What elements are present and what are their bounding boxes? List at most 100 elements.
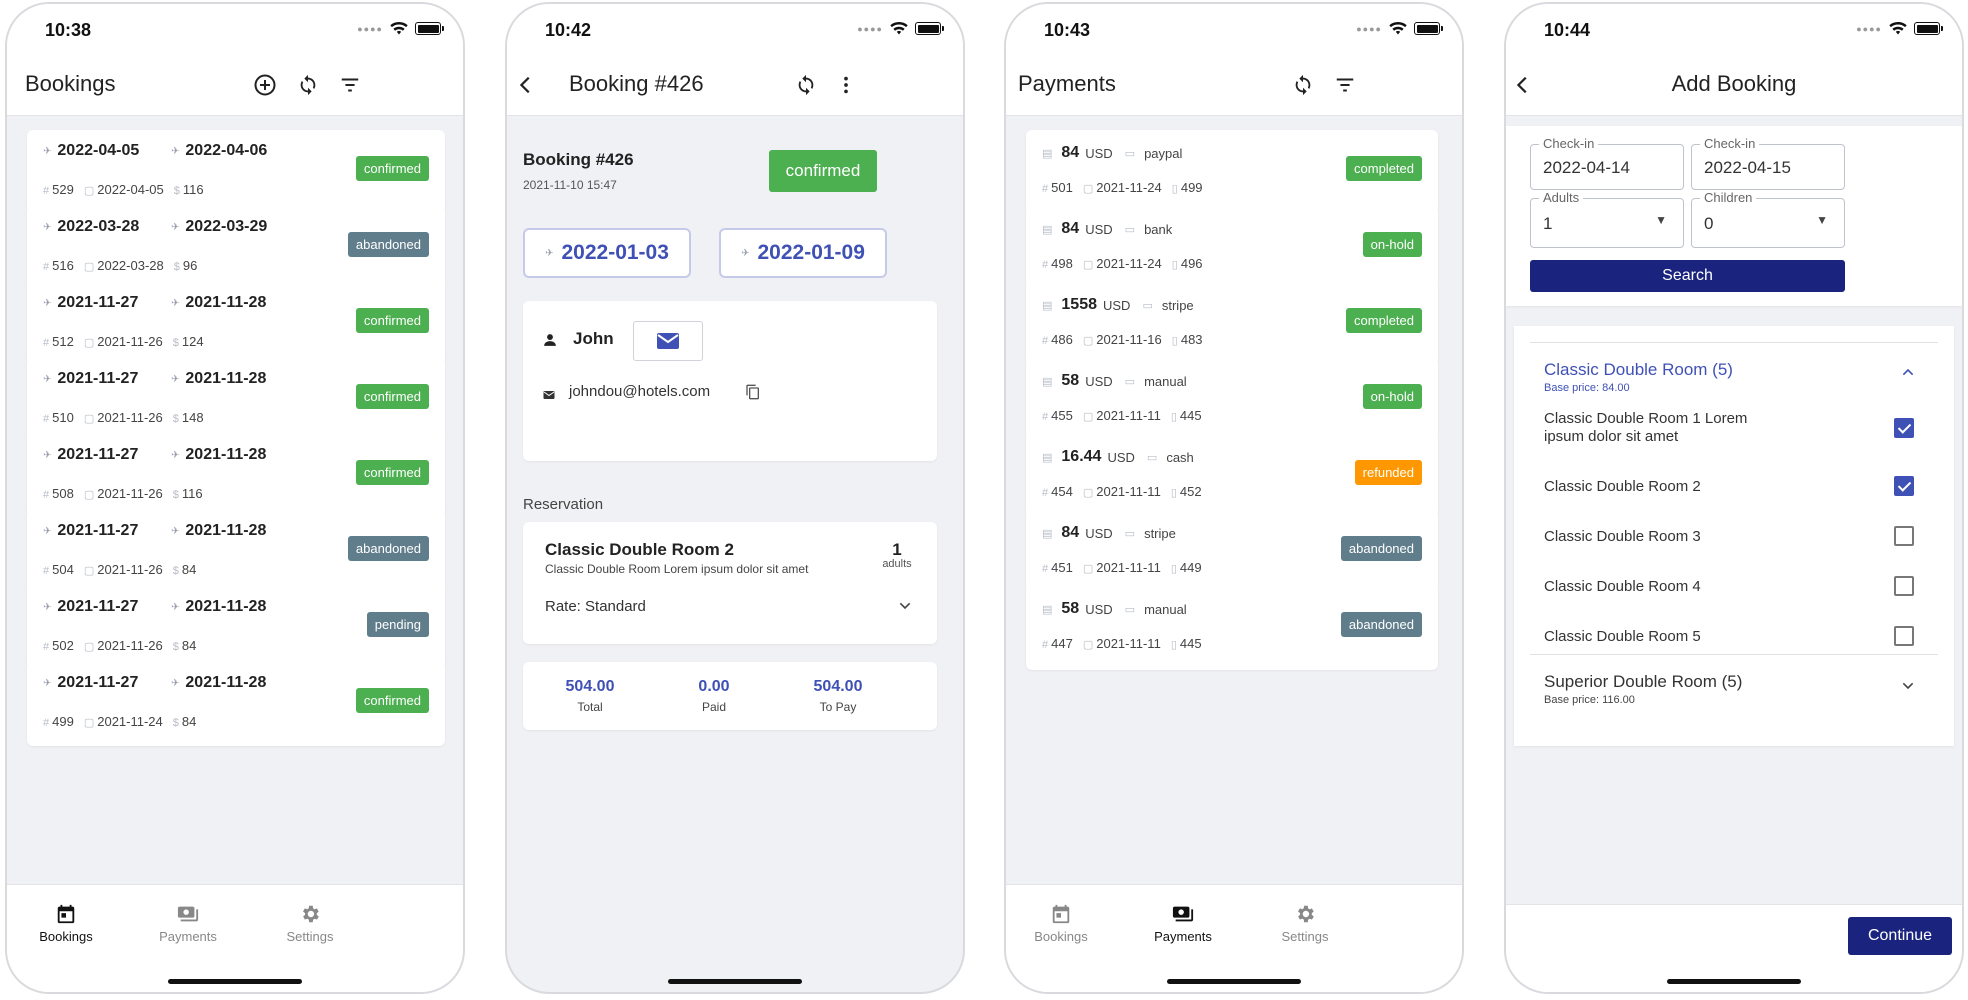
room-checkbox[interactable] <box>1894 418 1914 438</box>
payment-card[interactable]: ▤ 84 USD ▭ bank #498 ▢ 2021-11-24 ▯ 496 on-hold <box>1026 206 1438 290</box>
expand-more-icon[interactable] <box>1900 678 1916 699</box>
room-option[interactable]: Classic Double Room 1 Lorem ipsum dolor … <box>1530 410 1938 454</box>
payment-meta: #498 ▢ 2021-11-24 ▯ 496 <box>1042 256 1203 271</box>
children-select[interactable]: Children 0 ▼ <box>1691 190 1845 248</box>
status-bar: 10:44 ●●●● <box>1506 4 1962 54</box>
paid-block: 0.00 Paid <box>669 678 759 714</box>
checkin-date: 2022-04-05 <box>57 142 140 159</box>
room-checkbox[interactable] <box>1894 476 1914 496</box>
checkin-date: 2021-11-27 <box>57 294 139 311</box>
system-icons: ●●●● <box>1356 22 1443 35</box>
payment-booking-id: 496 <box>1180 256 1203 271</box>
nav-settings[interactable]: Settings <box>255 903 365 944</box>
checkout-date: 2022-01-09 <box>757 241 865 264</box>
payment-amount: 1558 <box>1061 296 1097 313</box>
booking-card[interactable]: ✈ 2021-11-27 ✈ 2021-11-28 #504 ▢ 2021-11-26 $84… <box>27 510 445 594</box>
room-group-superior[interactable]: Superior Double Room (5) Base price: 116… <box>1530 656 1938 716</box>
back-icon[interactable] <box>511 70 541 100</box>
booking-card[interactable]: ✈ 2021-11-27 ✈ 2021-11-28 #502 ▢ 2021-11-26 $84… <box>27 586 445 670</box>
nav-settings[interactable]: Settings <box>1250 903 1360 944</box>
status-badge: refunded <box>1354 460 1422 485</box>
booking-card[interactable]: ✈ 2021-11-27 ✈ 2021-11-28 #499 ▢ 2021-11-24 $84… <box>27 662 445 746</box>
refresh-icon[interactable] <box>791 70 821 100</box>
booking-card[interactable]: ✈ 2021-11-27 ✈ 2021-11-28 #512 ▢ 2021-11-26 $12… <box>27 282 445 366</box>
checkout-date-group: ✈ 2021-11-28 <box>171 370 266 388</box>
filter-icon[interactable] <box>335 70 365 100</box>
payment-card[interactable]: ▤ 58 USD ▭ manual #455 ▢ 2021-11-11 ▯ 445 on-hold <box>1026 358 1438 442</box>
payment-card[interactable]: ▤ 84 USD ▭ stripe #451 ▢ 2021-11-11 ▯ 449 abandone… <box>1026 510 1438 594</box>
room-option[interactable]: Classic Double Room 2 <box>1530 466 1938 510</box>
signal-icon: ●●●● <box>857 23 883 34</box>
booking-card[interactable]: ✈ 2021-11-27 ✈ 2021-11-28 #508 ▢ 2021-11-26 $11… <box>27 434 445 518</box>
room-option[interactable]: Classic Double Room 4 <box>1530 566 1938 610</box>
hash-icon: # <box>43 413 50 425</box>
payment-currency: USD <box>1103 297 1131 313</box>
refresh-icon[interactable] <box>293 70 323 100</box>
rate-label: Rate: Standard <box>545 598 646 615</box>
continue-button[interactable]: Continue <box>1848 917 1952 955</box>
payment-currency: USD <box>1085 373 1113 389</box>
calendar-small-icon: ▢ <box>83 337 95 349</box>
room-checkbox[interactable] <box>1894 526 1914 546</box>
dollar-icon: $ <box>173 185 180 197</box>
room-checkbox[interactable] <box>1894 626 1914 646</box>
checkout-field-value: 2022-04-15 <box>1704 158 1791 177</box>
group-title: Superior Double Room (5) <box>1544 672 1743 691</box>
checkin-date: 2021-11-27 <box>57 522 139 539</box>
room-option[interactable]: Classic Double Room 3 <box>1530 516 1938 560</box>
filter-icon[interactable] <box>1330 70 1360 100</box>
add-circle-icon[interactable] <box>250 70 280 100</box>
payment-card-icon: ▤ <box>1042 603 1053 616</box>
nav-payments[interactable]: Payments <box>1128 903 1238 944</box>
search-button[interactable]: Search <box>1530 260 1845 292</box>
checkin-field-value: 2022-04-14 <box>1543 158 1630 177</box>
expand-less-icon[interactable] <box>1900 364 1916 385</box>
checkin-date-group: ✈ 2021-11-27 <box>43 522 138 540</box>
room-checkbox[interactable] <box>1894 576 1914 596</box>
status-badge: confirmed <box>355 688 429 713</box>
payment-amount: 84 <box>1061 220 1080 237</box>
payment-amount: 16.44 <box>1061 448 1102 465</box>
nav-bookings[interactable]: Bookings <box>1006 903 1116 944</box>
payment-card[interactable]: ▤ 16.44 USD ▭ cash #454 ▢ 2021-11-11 ▯ 452 refunde… <box>1026 434 1438 518</box>
payment-card[interactable]: ▤ 1558 USD ▭ stripe #486 ▢ 2021-11-16 ▯ 483 comple… <box>1026 282 1438 366</box>
room-group-classic[interactable]: Classic Double Room (5) Base price: 84.0… <box>1530 342 1938 406</box>
checkin-date-group: ✈ 2022-03-28 <box>43 218 139 236</box>
expand-more-icon[interactable] <box>897 598 913 619</box>
payment-booking-id: 445 <box>1179 636 1202 651</box>
flight-takeoff-icon: ✈ <box>171 145 180 157</box>
document-icon: ▯ <box>1170 411 1177 423</box>
status-badge: abandoned <box>1340 612 1422 637</box>
booking-card[interactable]: ✈ 2022-04-05 ✈ 2022-04-06 #529 ▢ 2022-04-05 $11… <box>27 130 445 214</box>
booking-date-group: ▢ 2021-11-26 <box>84 638 163 653</box>
email-button[interactable] <box>633 321 703 361</box>
adults-label: adults <box>882 558 912 570</box>
home-indicator <box>668 979 802 984</box>
payment-summary: ▤ 84 USD ▭ bank <box>1042 220 1172 238</box>
flight-land-icon: ✈ <box>43 221 52 233</box>
calendar-small-icon: ▢ <box>1082 183 1094 195</box>
checkin-field[interactable]: Check-in 2022-04-14 <box>1530 136 1684 190</box>
more-vert-icon[interactable] <box>831 70 861 100</box>
nav-payments[interactable]: Payments <box>133 903 243 944</box>
nav-bookings[interactable]: Bookings <box>11 903 121 944</box>
payment-card[interactable]: ▤ 58 USD ▭ manual #447 ▢ 2021-11-11 ▯ 445 abandone… <box>1026 586 1438 670</box>
booking-card[interactable]: ✈ 2021-11-27 ✈ 2021-11-28 #510 ▢ 2021-11-26 $14… <box>27 358 445 442</box>
adults-select[interactable]: Adults 1 ▼ <box>1530 190 1684 248</box>
booking-card[interactable]: ✈ 2022-03-28 ✈ 2022-03-29 #516 ▢ 2022-03-28 $96… <box>27 206 445 290</box>
system-icons: ●●●● <box>357 22 444 35</box>
status-badge: confirmed <box>355 156 429 181</box>
refresh-icon[interactable] <box>1288 70 1318 100</box>
add-booking-content: Check-in 2022-04-14 Check-in 2022-04-15 … <box>1506 116 1962 992</box>
bookings-list: ✈ 2022-04-05 ✈ 2022-04-06 #529 ▢ 2022-04-05 $11… <box>7 116 463 992</box>
payment-amount: 84 <box>1061 144 1080 161</box>
checkout-date-group: ✈ 2021-11-28 <box>171 446 266 464</box>
payment-card[interactable]: ▤ 84 USD ▭ paypal #501 ▢ 2021-11-24 ▯ 499 complete… <box>1026 130 1438 214</box>
payment-summary: ▤ 1558 USD ▭ stripe <box>1042 296 1194 314</box>
checkout-field[interactable]: Check-in 2022-04-15 <box>1691 136 1845 190</box>
copy-icon[interactable] <box>745 384 761 405</box>
status-badge: confirmed <box>355 384 429 409</box>
checkin-chip: ✈ 2022-01-03 <box>523 228 691 278</box>
signal-icon: ●●●● <box>1856 23 1882 34</box>
total-value: 504.00 <box>565 678 615 695</box>
